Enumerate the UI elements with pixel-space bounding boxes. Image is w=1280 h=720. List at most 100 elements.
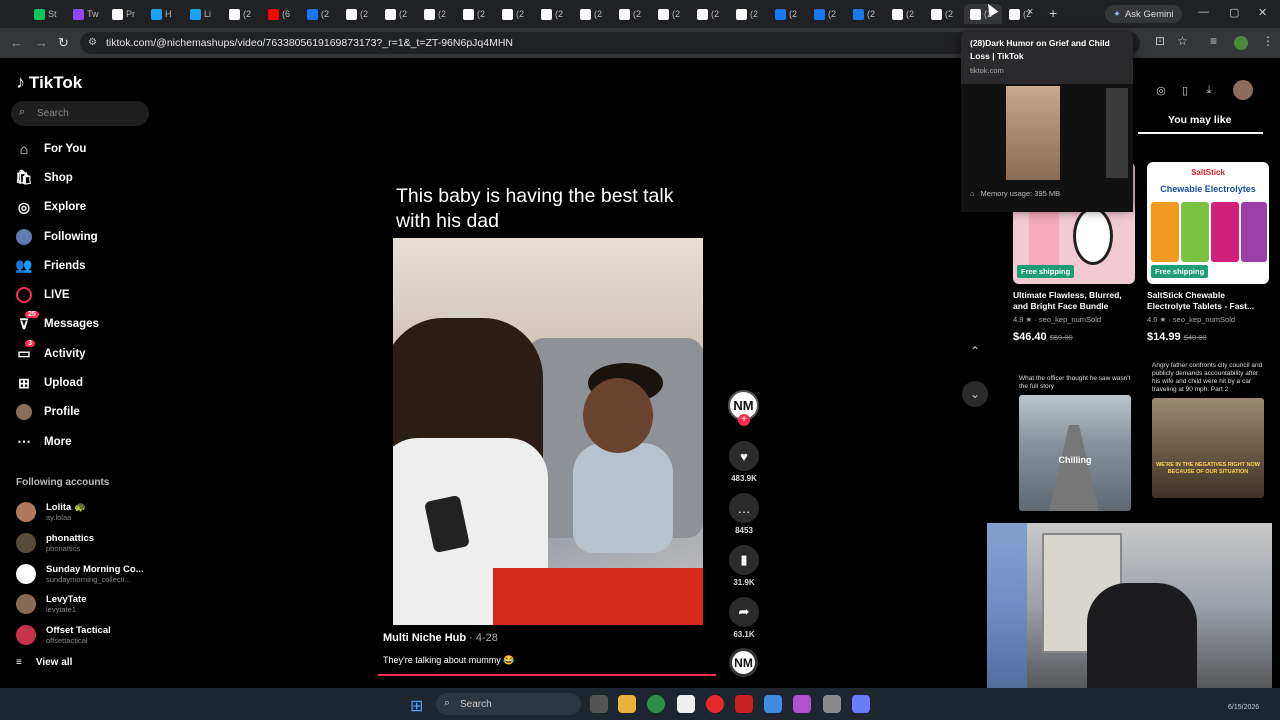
browser-tab[interactable]: (2 (223, 4, 261, 24)
maximize-button[interactable]: ▢ (1229, 6, 1239, 19)
avatar (16, 625, 36, 646)
browser-tab[interactable]: (2 (340, 4, 378, 24)
browser-tab[interactable]: (2 (691, 4, 729, 24)
app-icon[interactable] (735, 695, 753, 713)
browser-tab[interactable]: (2 (847, 4, 885, 24)
next-video-chevron-down-icon[interactable]: ⌄ (962, 381, 988, 407)
minimize-button[interactable]: — (1198, 6, 1209, 18)
chrome-icon[interactable] (647, 695, 665, 713)
tab-label: (2 (906, 9, 915, 19)
browser-tab[interactable]: (2 (730, 4, 768, 24)
browser-tab[interactable]: (2 (1003, 4, 1041, 24)
task-view-icon[interactable] (590, 695, 608, 713)
ask-gemini-button[interactable]: ✦ Ask Gemini (1105, 5, 1182, 23)
browser-tab[interactable]: (2 (886, 4, 924, 24)
browser-tab[interactable]: (6 (262, 4, 300, 24)
back-icon[interactable]: ← (10, 35, 23, 50)
following-account[interactable]: Sunday Morning Co... sundaymorning_collec… (16, 558, 144, 589)
bookmark-action[interactable]: ▮ 31.9K (728, 545, 760, 587)
browser-tab[interactable]: (2 (418, 4, 456, 24)
sidebar-item-profile[interactable]: Profile (16, 398, 99, 427)
sidebar-item-live[interactable]: LIVE (16, 280, 99, 309)
browser-tab[interactable]: Pr (106, 4, 144, 24)
app-icon[interactable] (852, 695, 870, 713)
tiktok-logo[interactable]: ♪ TikTok (16, 72, 82, 93)
app-icon[interactable] (793, 695, 811, 713)
comment-action[interactable]: … 8453 (728, 493, 760, 535)
reading-list-icon[interactable]: ≡ (1210, 34, 1217, 48)
browser-tab[interactable]: (2 (574, 4, 612, 24)
phone-icon[interactable]: ▯ (1178, 78, 1192, 102)
windows-start-icon[interactable]: ⊞ (410, 696, 423, 716)
bookmark-icon[interactable]: ▮ (729, 545, 759, 575)
comment-icon[interactable]: … (729, 493, 759, 523)
browser-tab[interactable]: Tw (67, 4, 105, 24)
view-all-button[interactable]: ≡ View all (16, 657, 72, 668)
recommended-video[interactable]: Angry father confronts city council and … (1152, 362, 1264, 498)
previous-video-chevron-up-icon[interactable]: ⌃ (962, 338, 988, 364)
bookmark-star-icon[interactable]: ☆ (1177, 34, 1188, 48)
tab-strip: St Tw Pr H Li (2 (6 (2 (2 (2 (2 (2 (2 (2 (2 (2 (2 (2 (2 (2(… (0, 0, 1280, 28)
browser-tab[interactable]: (2 (457, 4, 495, 24)
author-name[interactable]: Multi Niche Hub (383, 632, 466, 644)
compass-icon[interactable]: ◎ (1154, 78, 1168, 102)
sidebar-item-friends[interactable]: 👥 Friends (15, 251, 99, 280)
taskbar-search[interactable]: ⌕ Search (436, 693, 581, 715)
sidebar-item-more[interactable]: ⋯ More (16, 427, 99, 456)
browser-tab[interactable]: H (145, 4, 183, 24)
forward-icon[interactable]: → (35, 35, 48, 50)
music-disc[interactable]: NM (729, 648, 758, 677)
user-avatar[interactable] (1233, 80, 1253, 100)
heart-action[interactable]: ♥ 483.9K (728, 441, 760, 483)
browser-tab[interactable]: (2 (301, 4, 339, 24)
you-may-like-tab[interactable]: You may like (1168, 114, 1231, 126)
new-tab-button[interactable]: + (1049, 5, 1057, 21)
browser-tab[interactable]: (2 (496, 4, 534, 24)
following-account[interactable]: LevyTate levytate1 (16, 589, 144, 620)
close-tab-icon[interactable]: × (1027, 6, 1033, 18)
sidebar-item-shop[interactable]: 🛍 Shop (15, 163, 99, 192)
sidebar-item-for-you[interactable]: ⌂ For You (16, 134, 99, 163)
browser-tab[interactable]: (2 (652, 4, 690, 24)
recommended-video[interactable]: What the officer thought he saw wasn't t… (1019, 375, 1131, 511)
sidebar-item-messages[interactable]: ⊽ 25 Messages (16, 310, 99, 339)
video-player[interactable] (393, 238, 703, 625)
browser-tab[interactable]: (2 (964, 4, 1002, 24)
menu-kebab-icon[interactable]: ⋮ (1262, 34, 1274, 48)
share-icon[interactable]: ➦ (729, 597, 759, 627)
browser-tab[interactable]: (2 (379, 4, 417, 24)
sidebar-item-upload[interactable]: ⊞ Upload (16, 368, 99, 397)
browser-tab[interactable]: Li (184, 4, 222, 24)
following-account[interactable]: phonattics phonattics (16, 528, 144, 559)
close-window-button[interactable]: ✕ (1258, 6, 1267, 19)
download-icon[interactable]: ⤓ (1202, 78, 1216, 102)
sidebar-item-explore[interactable]: ◎ Explore (16, 193, 99, 222)
app-icon[interactable] (764, 695, 782, 713)
browser-tab[interactable]: (2 (925, 4, 963, 24)
following-account[interactable]: Lolita 🐢 ay.lolaa (16, 497, 144, 528)
app-icon[interactable] (823, 695, 841, 713)
file-explorer-icon[interactable] (618, 695, 636, 713)
video-progress-bar[interactable] (378, 674, 716, 676)
notepad-icon[interactable] (677, 695, 695, 713)
browser-tab[interactable]: (2 (808, 4, 846, 24)
product-card[interactable]: SaltStick Chewable Electrolytes Free shi… (1147, 162, 1269, 343)
media-player-icon[interactable] (706, 695, 724, 713)
follow-plus-icon[interactable]: + (738, 414, 750, 426)
share-action[interactable]: ➦ 63.1K (728, 597, 760, 639)
browser-tab[interactable]: St (28, 4, 66, 24)
browser-tab[interactable]: (2 (613, 4, 651, 24)
sidebar-item-activity[interactable]: ▭ 3 Activity (16, 339, 99, 368)
round-icon (151, 8, 162, 20)
following-account[interactable]: Offset Tactical offsettactical (16, 620, 144, 651)
reload-icon[interactable]: ↻ (58, 35, 69, 51)
install-app-icon[interactable]: ⊡ (1155, 34, 1165, 48)
sidebar-item-following[interactable]: Following (16, 222, 99, 251)
site-info-icon[interactable]: ⚙ (88, 37, 97, 48)
browser-tab[interactable]: (2 (769, 4, 807, 24)
search-input[interactable]: ⌕ Search (11, 101, 149, 126)
profile-avatar-icon[interactable] (1234, 36, 1248, 50)
video-author[interactable]: Multi Niche Hub · 4-28 (383, 632, 498, 644)
heart-icon[interactable]: ♥ (729, 441, 759, 471)
browser-tab[interactable]: (2 (535, 4, 573, 24)
